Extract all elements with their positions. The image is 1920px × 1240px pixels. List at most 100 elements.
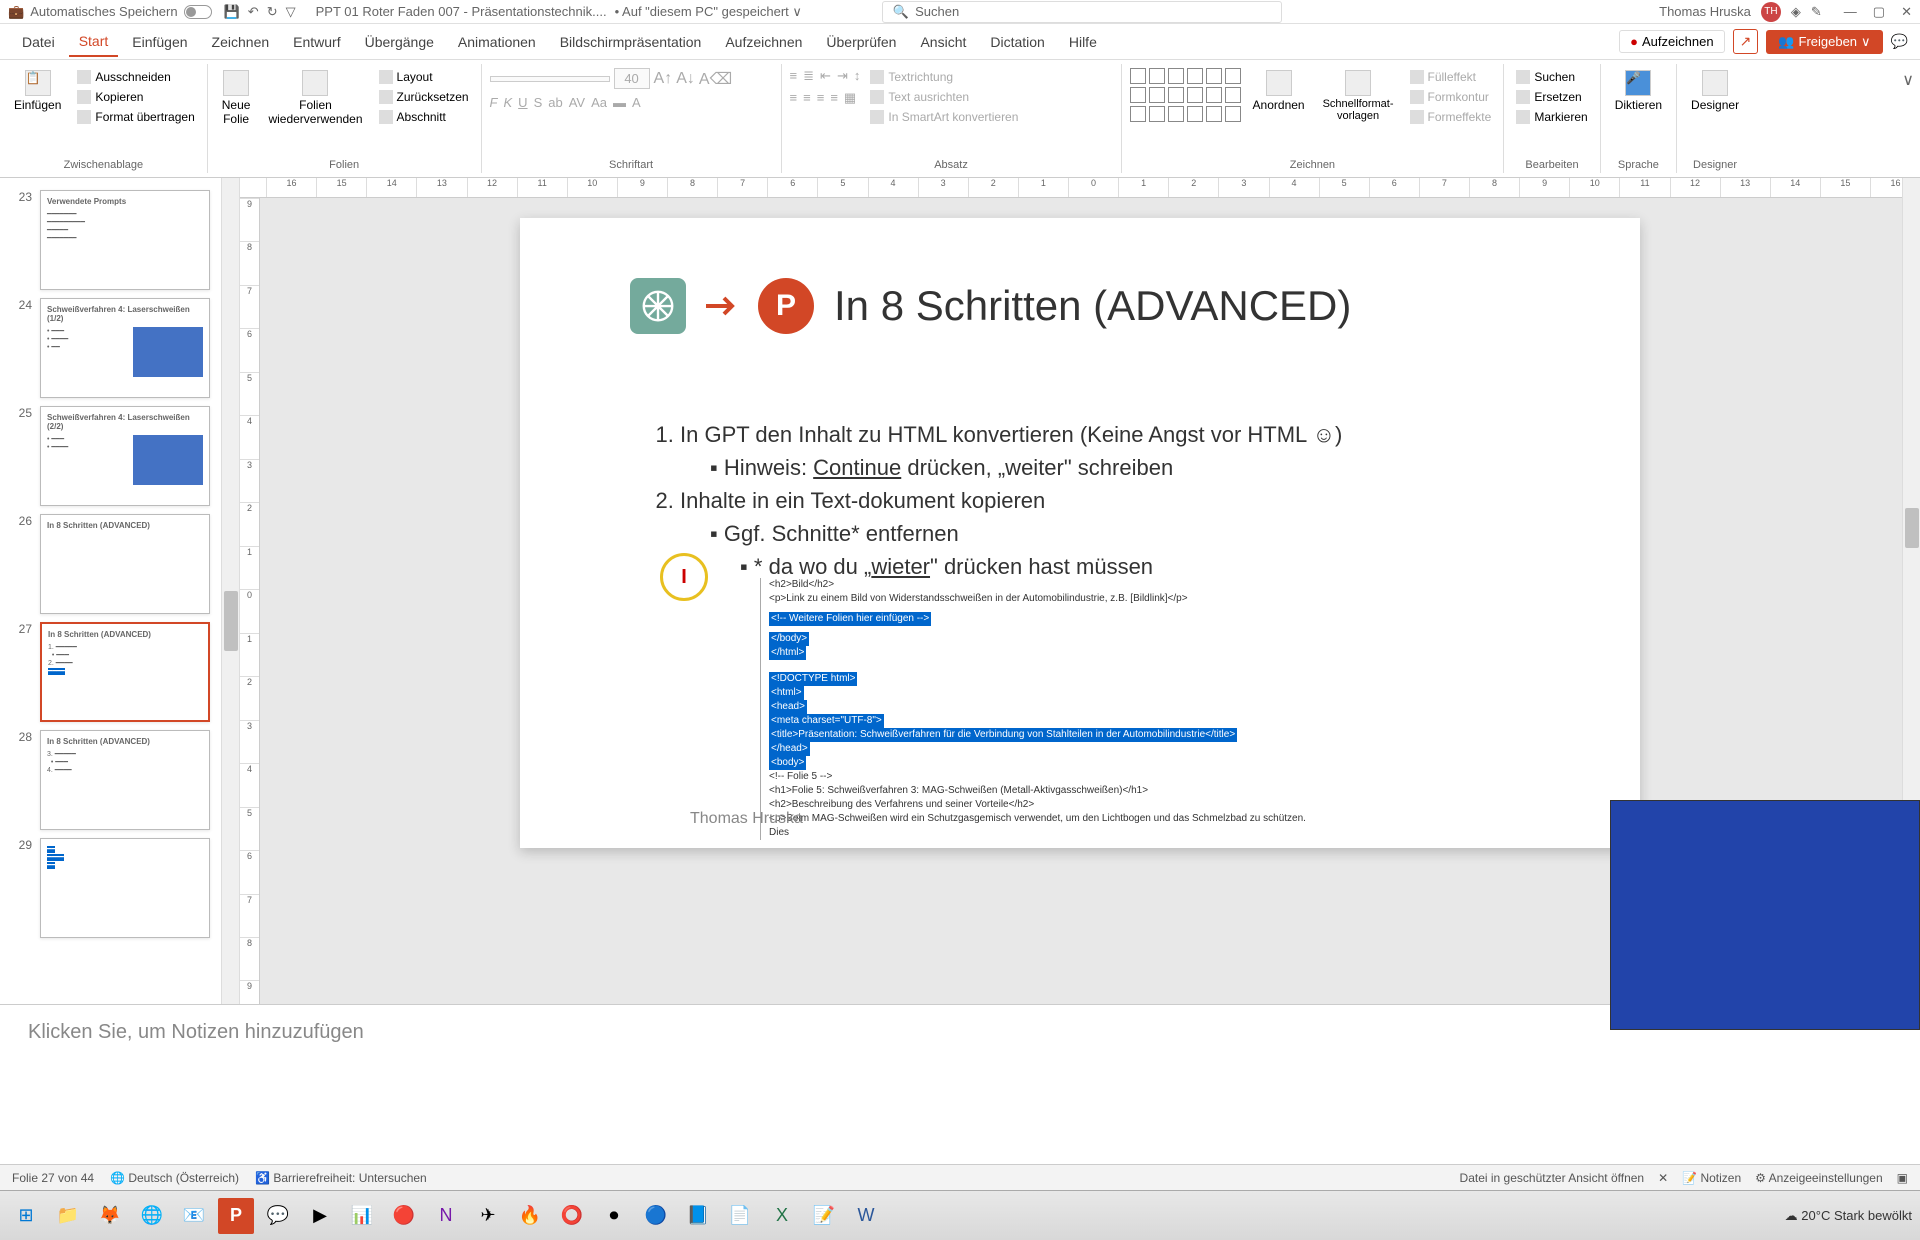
tab-entwurf[interactable]: Entwurf (283, 28, 350, 56)
word-icon[interactable]: W (848, 1198, 884, 1234)
line-spacing-button[interactable]: ↕ (854, 68, 861, 84)
share-button[interactable]: 👥Freigeben∨ (1766, 30, 1882, 54)
thumb-29[interactable]: 29━━━━━━━━ (0, 834, 239, 942)
bullets-button[interactable]: ≡ (790, 68, 798, 84)
tab-dictation[interactable]: Dictation (980, 28, 1054, 56)
undo-icon[interactable]: ↶ (248, 4, 259, 20)
firefox-icon[interactable]: 🦊 (92, 1198, 128, 1234)
tab-einfuegen[interactable]: Einfügen (122, 28, 197, 56)
save-status[interactable]: • Auf "diesem PC" gespeichert ∨ (615, 4, 802, 20)
columns-button[interactable]: ▦ (844, 90, 856, 106)
align-center-button[interactable]: ≡ (803, 90, 811, 106)
pen-icon[interactable]: ✎ (1811, 4, 1822, 20)
increase-font-icon[interactable]: A↑ (654, 70, 673, 88)
tab-ansicht[interactable]: Ansicht (910, 28, 976, 56)
new-slide-button[interactable]: Neue Folie (216, 68, 257, 128)
decrease-font-icon[interactable]: A↓ (676, 70, 695, 88)
accessibility-status[interactable]: ♿ Barrierefreiheit: Untersuchen (255, 1171, 427, 1185)
shape-outline-button[interactable]: Formkontur (1406, 88, 1496, 106)
app-icon-5[interactable]: ⏺ (596, 1198, 632, 1234)
thumb-25[interactable]: 25Schweißverfahren 4: Laserschweißen (2/… (0, 402, 239, 510)
italic-button[interactable]: K (504, 95, 513, 110)
shape-fill-button[interactable]: Fülleffekt (1406, 68, 1496, 86)
username[interactable]: Thomas Hruska (1659, 4, 1751, 19)
justify-button[interactable]: ≡ (830, 90, 838, 106)
app-icon-4[interactable]: 🔥 (512, 1198, 548, 1234)
font-color-button[interactable]: A (632, 95, 641, 110)
toggle-switch[interactable] (184, 5, 212, 19)
outlook-icon[interactable]: 📧 (176, 1198, 212, 1234)
start-icon[interactable]: ▽ (286, 4, 296, 20)
tab-aufzeichnen[interactable]: Aufzeichnen (715, 28, 812, 56)
normal-view-icon[interactable]: ▣ (1897, 1171, 1908, 1185)
tab-ueberpruefen[interactable]: Überprüfen (816, 28, 906, 56)
strike-button[interactable]: S (534, 95, 543, 110)
shadow-button[interactable]: ab (548, 95, 562, 110)
shapes-gallery[interactable] (1130, 68, 1241, 122)
quick-format-button[interactable]: Schnellformat- vorlagen (1317, 68, 1400, 124)
text-direction-button[interactable]: Textrichtung (866, 68, 1022, 86)
tab-datei[interactable]: Datei (12, 28, 65, 56)
thumb-26[interactable]: 26In 8 Schritten (ADVANCED) (0, 510, 239, 618)
avatar[interactable]: TH (1761, 2, 1781, 22)
minimize-icon[interactable]: — (1844, 4, 1857, 20)
tab-uebergaenge[interactable]: Übergänge (355, 28, 444, 56)
thumb-24[interactable]: 24Schweißverfahren 4: Laserschweißen (1/… (0, 294, 239, 402)
tab-hilfe[interactable]: Hilfe (1059, 28, 1107, 56)
arrange-button[interactable]: Anordnen (1247, 68, 1311, 114)
thumb-27[interactable]: 27In 8 Schritten (ADVANCED)1. ━━━━━ • ━━… (0, 618, 239, 726)
underline-button[interactable]: U (518, 95, 527, 110)
powerpoint-icon[interactable]: P (218, 1198, 254, 1234)
app-icon-2[interactable]: 📊 (344, 1198, 380, 1234)
thumb-28[interactable]: 28In 8 Schritten (ADVANCED)3. ━━━━━ • ━━… (0, 726, 239, 834)
thumb-23[interactable]: 23Verwendete Prompts━━━━━━━━━━━━━━━━━━━━… (0, 186, 239, 294)
dictate-button[interactable]: 🎤Diktieren (1609, 68, 1668, 114)
reuse-slide-button[interactable]: Folien wiederverwenden (262, 68, 368, 128)
slide-body[interactable]: In GPT den Inhalt zu HTML konvertieren (… (650, 418, 1550, 583)
align-text-button[interactable]: Text ausrichten (866, 88, 1022, 106)
protected-view[interactable]: Datei in geschützter Ansicht öffnen (1460, 1171, 1645, 1185)
close-icon[interactable]: ✕ (1901, 4, 1912, 20)
clear-format-icon[interactable]: A⌫ (699, 69, 732, 89)
notepad-icon[interactable]: 📝 (806, 1198, 842, 1234)
app-icon-1[interactable]: 💬 (260, 1198, 296, 1234)
vlc-icon[interactable]: ▶ (302, 1198, 338, 1234)
onenote-icon[interactable]: N (428, 1198, 464, 1234)
autosave-toggle[interactable]: 💼 Automatisches Speichern (8, 4, 212, 20)
designer-button[interactable]: Designer (1685, 68, 1745, 114)
format-painter-button[interactable]: Format übertragen (73, 108, 198, 126)
app-icon-3[interactable]: 🔴 (386, 1198, 422, 1234)
record-button[interactable]: ●Aufzeichnen (1619, 30, 1724, 53)
indent-button[interactable]: ⇥ (837, 68, 848, 84)
start-button[interactable]: ⊞ (8, 1198, 44, 1234)
paste-button[interactable]: 📋Einfügen (8, 68, 67, 114)
app-icon-8[interactable]: 📄 (722, 1198, 758, 1234)
language-status[interactable]: 🌐 Deutsch (Österreich) (110, 1171, 239, 1185)
align-left-button[interactable]: ≡ (790, 90, 798, 106)
protected-close-icon[interactable]: ✕ (1658, 1171, 1668, 1185)
bold-button[interactable]: F (490, 95, 498, 110)
display-settings[interactable]: ⚙ Anzeigeeinstellungen (1755, 1171, 1883, 1185)
slide-canvas[interactable]: P In 8 Schritten (ADVANCED) In GPT den I… (520, 218, 1640, 848)
case-button[interactable]: Aa (591, 95, 607, 110)
share-arrow-icon[interactable]: ↗ (1733, 29, 1759, 54)
filename[interactable]: PPT 01 Roter Faden 007 - Präsentationste… (316, 4, 607, 19)
obs-icon[interactable]: ⭕ (554, 1198, 590, 1234)
weather-widget[interactable]: ☁ 20°C Stark bewölkt (1785, 1208, 1912, 1224)
excel-icon[interactable]: X (764, 1198, 800, 1234)
cut-button[interactable]: Ausschneiden (73, 68, 198, 86)
font-family-select[interactable] (490, 76, 610, 82)
smartart-button[interactable]: In SmartArt konvertieren (866, 108, 1022, 126)
file-explorer-icon[interactable]: 📁 (50, 1198, 86, 1234)
redo-icon[interactable]: ↻ (267, 4, 278, 20)
collapse-ribbon-icon[interactable]: ∨ (1896, 64, 1920, 173)
copy-button[interactable]: Kopieren (73, 88, 198, 106)
select-button[interactable]: Markieren (1512, 108, 1591, 126)
thumbs-scrollbar[interactable] (221, 178, 239, 1004)
app-icon-7[interactable]: 📘 (680, 1198, 716, 1234)
numbering-button[interactable]: ≣ (803, 68, 814, 84)
slide-number[interactable]: Folie 27 von 44 (12, 1171, 94, 1185)
align-right-button[interactable]: ≡ (817, 90, 825, 106)
telegram-icon[interactable]: ✈ (470, 1198, 506, 1234)
layout-button[interactable]: Layout (375, 68, 473, 86)
